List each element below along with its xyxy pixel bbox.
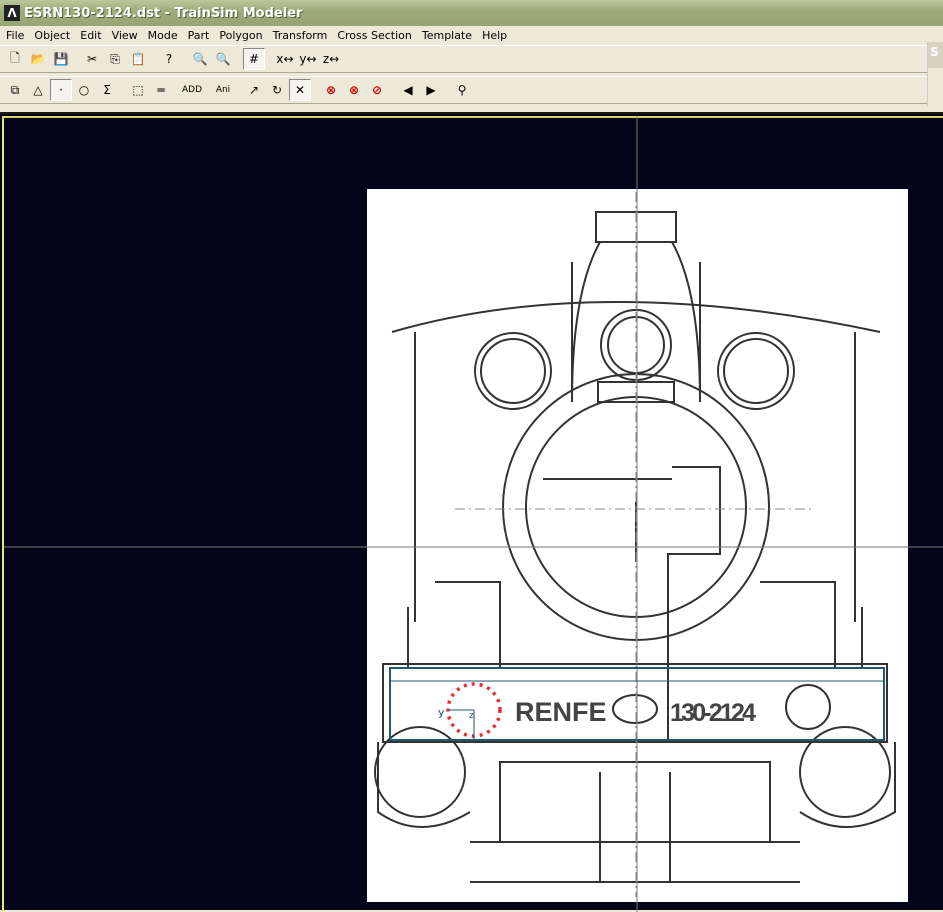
box-button[interactable]: ⧉	[4, 79, 26, 101]
menu-edit[interactable]: Edit	[75, 29, 106, 42]
menu-part[interactable]: Part	[183, 29, 215, 42]
toolbar-separator	[235, 48, 243, 70]
toolbar-separator	[443, 79, 451, 101]
no-x-button[interactable]: ⊗	[320, 79, 342, 101]
binoculars-icon: ⚲	[457, 83, 467, 97]
arrow-button[interactable]: ↗	[243, 79, 265, 101]
zoom-in-icon: 🔍	[192, 52, 208, 66]
toolbar-separator	[119, 79, 127, 101]
no-z-icon: ⊘	[371, 83, 383, 97]
next-icon: ▶	[426, 83, 436, 97]
menu-bar: File Object Edit View Mode Part Polygon Transfo…	[0, 26, 943, 45]
main-toolbar: 🗋 📂 💾 ✂ ⎘ 📋? 🔍 🔍 # x↔ y↔ z↔	[0, 45, 927, 73]
save-button[interactable]: 💾	[50, 48, 72, 70]
prev-button[interactable]: ◀	[397, 79, 419, 101]
side-panel-header[interactable]: S	[928, 42, 943, 68]
axis-x-button[interactable]: x↔	[274, 48, 296, 70]
sigma-button[interactable]: Σ	[96, 79, 118, 101]
add-button[interactable]: ADD	[181, 79, 203, 101]
point-button[interactable]: ·	[50, 79, 72, 101]
select-rect-button[interactable]: ⬚	[127, 79, 149, 101]
menu-view[interactable]: View	[107, 29, 143, 42]
add-icon: ADD	[181, 85, 203, 95]
box-icon: ⧉	[10, 82, 20, 97]
toolbar-separator	[312, 79, 320, 101]
ani-button[interactable]: Ani	[212, 79, 234, 101]
menu-transform[interactable]: Transform	[268, 29, 333, 42]
prev-icon: ◀	[403, 83, 413, 97]
menu-object[interactable]: Object	[29, 29, 75, 42]
circle-button[interactable]: ○	[73, 79, 95, 101]
menu-template[interactable]: Template	[417, 29, 477, 42]
new-icon: 🗋	[10, 50, 20, 65]
toolbar-separator	[235, 79, 243, 101]
3d-viewport[interactable]: RENFE 130-2124 y z	[0, 112, 943, 912]
sigma-icon: Σ	[103, 83, 111, 97]
no-y-icon: ⊗	[348, 83, 360, 97]
toolbar-separator	[73, 48, 81, 70]
paste-button[interactable]: 📋	[127, 48, 149, 70]
scale-button[interactable]: ✕	[289, 79, 311, 101]
toolbar-separator	[173, 79, 181, 101]
help-button[interactable]: ?	[158, 48, 180, 70]
zoom-out-icon: 🔍	[215, 52, 231, 66]
number-label: 130-2124	[670, 699, 756, 727]
menu-polygon[interactable]: Polygon	[214, 29, 267, 42]
new-button[interactable]: 🗋	[4, 48, 26, 70]
axis-z-button[interactable]: z↔	[320, 48, 342, 70]
toolbar-separator	[204, 79, 212, 101]
triangle-button[interactable]: △	[27, 79, 49, 101]
paste-icon: 📋	[130, 52, 146, 66]
toolbar-separator	[181, 48, 189, 70]
grid-button[interactable]: #	[243, 48, 265, 70]
ruler-icon: ═	[157, 83, 165, 97]
next-button[interactable]: ▶	[420, 79, 442, 101]
axis-z-label: z	[469, 711, 474, 721]
side-panel: S	[927, 42, 943, 106]
window-title: ESRN130-2124.dst - TrainSim Modeler	[24, 5, 303, 21]
help-icon: ?	[165, 52, 173, 66]
select-rect-icon: ⬚	[132, 83, 144, 97]
save-icon: 💾	[53, 52, 69, 66]
no-y-button[interactable]: ⊗	[343, 79, 365, 101]
copy-icon: ⎘	[110, 51, 120, 66]
axis-y-button[interactable]: y↔	[297, 48, 319, 70]
app-icon: Λ	[4, 5, 20, 21]
title-bar: Λ ESRN130-2124.dst - TrainSim Modeler	[0, 0, 943, 26]
binoculars-button[interactable]: ⚲	[451, 79, 473, 101]
copy-button[interactable]: ⎘	[104, 48, 126, 70]
open-icon: 📂	[30, 52, 46, 66]
zoom-in-button[interactable]: 🔍	[189, 48, 211, 70]
cut-icon: ✂	[86, 52, 98, 66]
open-button[interactable]: 📂	[27, 48, 49, 70]
no-x-icon: ⊗	[325, 83, 337, 97]
zoom-out-button[interactable]: 🔍	[212, 48, 234, 70]
arrow-icon: ↗	[248, 83, 260, 97]
toolbar-separator	[266, 48, 274, 70]
menu-mode[interactable]: Mode	[143, 29, 183, 42]
menu-cross-section[interactable]: Cross Section	[332, 29, 417, 42]
toolbar-separator	[150, 48, 158, 70]
rotate-icon: ↻	[271, 83, 283, 97]
tools-toolbar: ⧉ △ · ○ Σ ⬚ ═ ADD Ani ↗ ↻ ✕ ⊗ ⊗ ⊘ ◀ ▶ ⚲	[0, 76, 927, 104]
point-icon: ·	[59, 83, 63, 97]
viewport-canvas: RENFE 130-2124 y z	[4, 116, 943, 912]
menu-help[interactable]: Help	[477, 29, 512, 42]
renfe-label: RENFE	[515, 697, 607, 727]
axis-y-icon: y↔	[299, 52, 317, 66]
scale-icon: ✕	[294, 83, 306, 97]
rotate-button[interactable]: ↻	[266, 79, 288, 101]
triangle-icon: △	[33, 83, 43, 97]
cut-button[interactable]: ✂	[81, 48, 103, 70]
axis-x-icon: x↔	[276, 52, 294, 66]
no-z-button[interactable]: ⊘	[366, 79, 388, 101]
circle-icon: ○	[78, 83, 90, 97]
toolbar-separator	[389, 79, 397, 101]
ani-icon: Ani	[215, 85, 231, 95]
axis-z-icon: z↔	[322, 52, 340, 66]
axis-y-label: y	[438, 706, 445, 719]
grid-icon: #	[248, 52, 260, 66]
menu-file[interactable]: File	[1, 29, 29, 42]
ruler-button[interactable]: ═	[150, 79, 172, 101]
